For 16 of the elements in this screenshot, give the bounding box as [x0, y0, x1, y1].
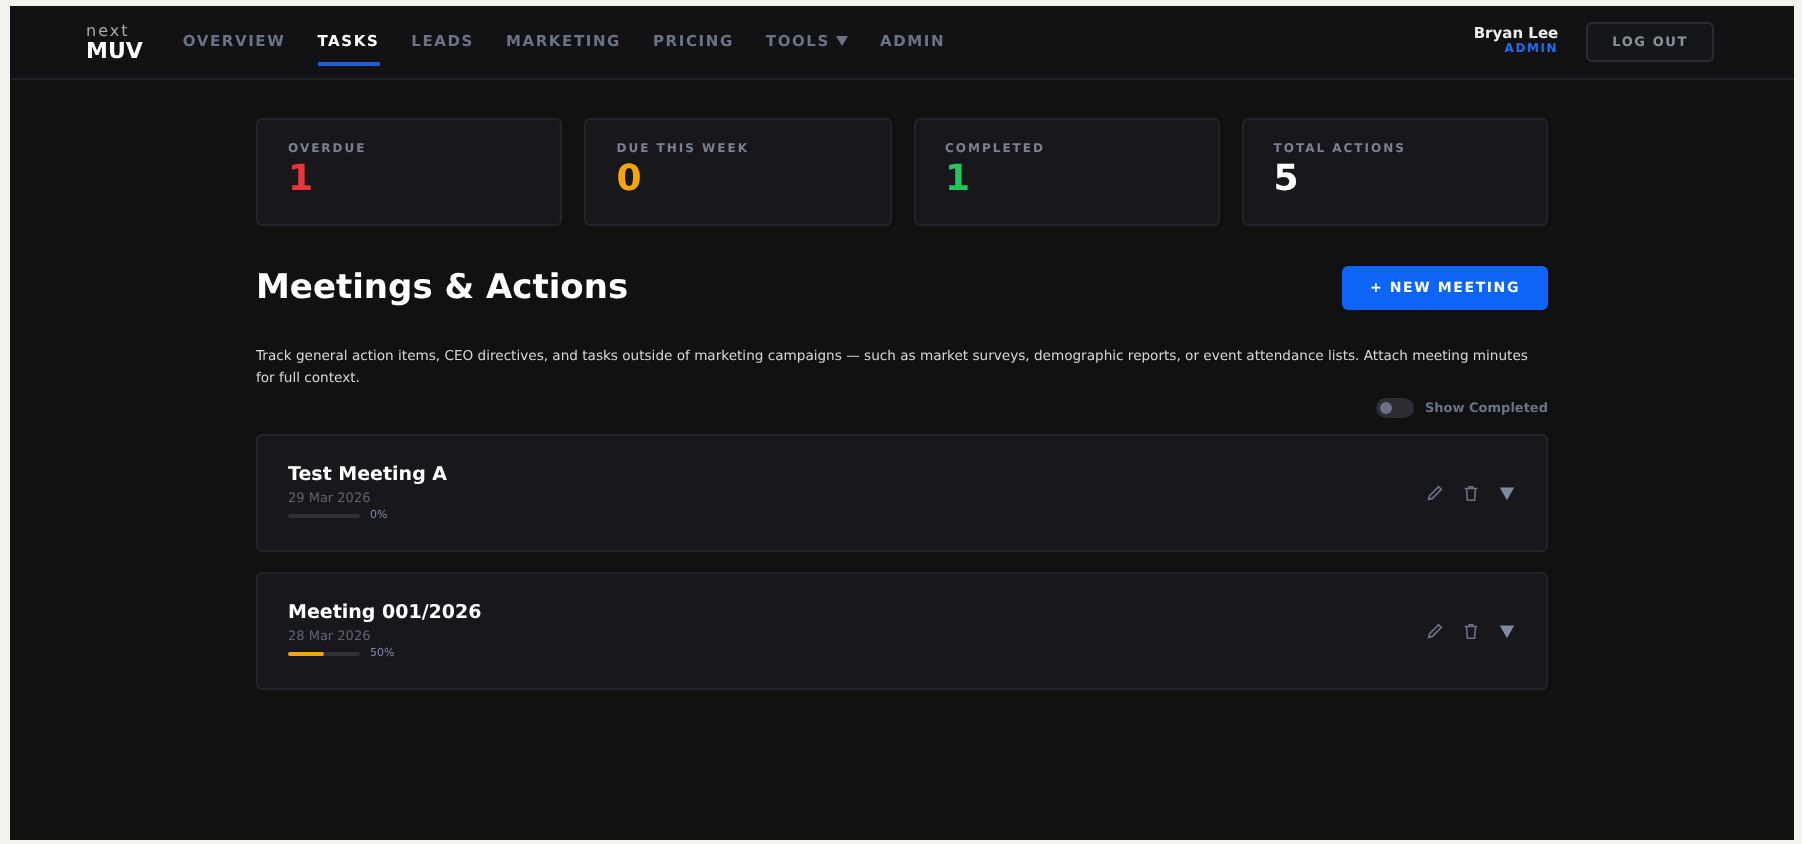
- stat-value: 5: [1273, 162, 1299, 198]
- expand-icon[interactable]: [1498, 483, 1516, 502]
- meeting-title: Test Meeting A: [288, 463, 448, 486]
- page-title: Meetings & Actions: [256, 268, 629, 308]
- expand-icon[interactable]: [1498, 621, 1516, 640]
- stat-value: 1: [945, 162, 971, 198]
- logo: next MUV: [86, 23, 143, 61]
- trash-icon[interactable]: [1462, 621, 1480, 640]
- toggle-switch[interactable]: [1376, 397, 1415, 418]
- trash-icon[interactable]: [1462, 483, 1480, 502]
- meeting-title: Meeting 001/2026: [288, 601, 482, 624]
- pencil-icon[interactable]: [1426, 621, 1444, 640]
- stat-value: 1: [288, 162, 314, 198]
- stat-value: 0: [616, 162, 642, 198]
- progress-bar: [288, 651, 360, 656]
- pencil-icon[interactable]: [1426, 483, 1444, 502]
